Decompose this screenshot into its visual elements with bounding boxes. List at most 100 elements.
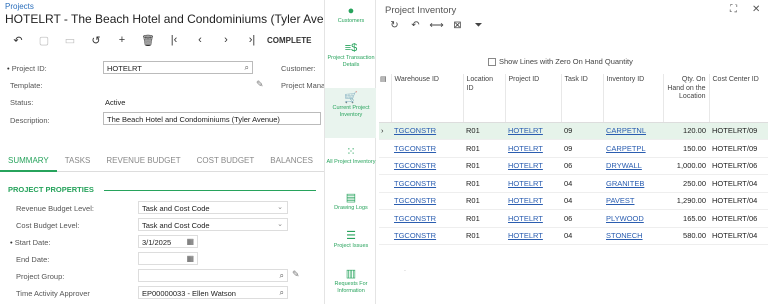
cell-link[interactable]: DRYWALL [606,161,642,170]
table-cell[interactable]: HOTELRT [505,209,561,228]
row-selector[interactable] [379,209,391,228]
end-date-field[interactable]: ▦ [138,252,198,265]
table-cell[interactable]: TGCONSTR [391,174,463,193]
description-field[interactable]: The Beach Hotel and Condominiums (Tyler … [103,112,321,125]
breadcrumb[interactable]: Projects [5,2,34,11]
table-cell[interactable]: HOTELRT [505,227,561,245]
table-cell[interactable]: TGCONSTR [391,157,463,175]
column-header[interactable]: Inventory ID [603,74,664,123]
add-icon[interactable]: + [109,33,135,47]
expand-icon[interactable]: ⛶ [730,4,737,15]
delete-icon[interactable]: 🗑 [135,33,161,47]
cell-link[interactable]: HOTELRT [508,179,543,188]
cell-link[interactable]: TGCONSTR [394,126,436,135]
checkbox-box[interactable] [488,57,496,66]
table-cell[interactable]: HOTELRT [505,139,561,158]
column-header[interactable]: Location ID [463,74,506,123]
column-header[interactable]: Project ID [505,74,562,123]
cell-link[interactable]: HOTELRT [508,144,543,153]
nav-project-issues[interactable]: ☰ Project Issues [325,230,377,258]
save-icon[interactable]: ▢ [31,33,57,47]
project-group-field[interactable]: ⌕ [138,269,288,282]
table-cell[interactable]: TGCONSTR [391,209,463,228]
table-cell[interactable]: TGCONSTR [391,122,463,140]
tab-revenue-budget[interactable]: REVENUE BUDGET [98,150,188,172]
cell-link[interactable]: GRANITEB [606,179,644,188]
table-cell[interactable]: GRANITEB [603,174,663,193]
nav-all-project-inventory[interactable]: ⁙ All Project Inventory [325,146,377,184]
row-selector[interactable] [379,174,391,193]
cell-link[interactable]: STONECH [606,231,643,240]
table-row[interactable]: TGCONSTR R01 HOTELRT 06 PLYWOOD 165.00 HOTELRT… [379,209,768,228]
pencil-icon[interactable]: ✎ [292,269,300,280]
cell-link[interactable]: HOTELRT [508,161,543,170]
pencil-icon[interactable]: ✎ [256,79,264,90]
filter-icon[interactable]: ⏷ [468,20,489,31]
search-icon[interactable]: ⌕ [280,288,284,298]
complete-button[interactable]: COMPLETE [267,36,311,45]
undo-icon[interactable]: ↶ [5,33,31,47]
row-selector[interactable] [379,192,391,210]
calendar-icon[interactable]: ▦ [186,237,194,246]
tab-cost-budget[interactable]: COST BUDGET [189,150,263,172]
cell-link[interactable]: TGCONSTR [394,161,436,170]
table-cell[interactable]: HOTELRT [505,174,561,193]
table-cell[interactable]: STONECH [603,227,663,245]
column-header[interactable]: Task ID [561,74,604,123]
cell-link[interactable]: TGCONSTR [394,144,436,153]
cell-link[interactable]: TGCONSTR [394,179,436,188]
table-cell[interactable]: PAVEST [603,192,663,210]
table-row[interactable]: TGCONSTR R01 HOTELRT 04 STONECH 580.00 HOTELRT… [379,227,768,245]
previous-record-icon[interactable]: ‹ [187,33,213,47]
nav-drawing-logs[interactable]: ▤ Drawing Logs [325,192,377,220]
table-cell[interactable]: DRYWALL [603,157,663,175]
table-row[interactable]: TGCONSTR R01 HOTELRT 06 DRYWALL 1,000.00 HOTEL… [379,157,768,175]
table-cell[interactable]: HOTELRT [505,157,561,175]
export-excel-icon[interactable]: ⊠ [447,20,468,31]
start-date-field[interactable]: 3/1/2025 ▦ [138,235,198,248]
next-record-icon[interactable]: › [213,33,239,47]
cell-link[interactable]: CARPETPL [606,144,646,153]
table-cell[interactable]: HOTELRT [505,122,561,140]
cell-link[interactable]: HOTELRT [508,214,543,223]
last-record-icon[interactable]: ›| [239,33,265,47]
table-row[interactable]: TGCONSTR R01 HOTELRT 09 CARPETPL 150.00 HOTELR… [379,139,768,158]
cell-link[interactable]: TGCONSTR [394,196,436,205]
cell-link[interactable]: HOTELRT [508,196,543,205]
fit-columns-icon[interactable]: ⟷ [426,20,447,31]
search-icon[interactable]: ⌕ [280,271,284,281]
search-icon[interactable]: ⌕ [245,63,249,73]
first-record-icon[interactable]: |‹ [161,33,187,47]
column-header[interactable]: Cost Center ID [709,74,768,123]
cell-link[interactable]: CARPETNL [606,126,646,135]
cell-link[interactable]: TGCONSTR [394,214,436,223]
tab-summary[interactable]: SUMMARY [0,150,57,172]
table-row[interactable]: › TGCONSTR R01 HOTELRT 09 CARPETNL 120.00 HOTEL… [379,122,768,140]
undo-icon[interactable]: ↶ [405,20,426,31]
cell-link[interactable]: HOTELRT [508,231,543,240]
nav-customers[interactable]: ● Customers [325,5,377,35]
table-cell[interactable]: TGCONSTR [391,227,463,245]
revenue-budget-level-select[interactable]: Task and Cost Code ⌄ [138,201,288,214]
close-icon[interactable]: ✕ [752,4,760,15]
refresh-icon[interactable]: ↻ [384,20,405,31]
time-activity-approver-field[interactable]: EP00000033 - Ellen Watson ⌕ [138,286,288,299]
tab-tasks[interactable]: TASKS [57,150,99,172]
cell-link[interactable]: PLYWOOD [606,214,644,223]
row-selector[interactable]: › [379,122,391,140]
table-cell[interactable]: HOTELRT [505,192,561,210]
cost-budget-level-select[interactable]: Task and Cost Code ⌄ [138,218,288,231]
table-cell[interactable]: CARPETNL [603,122,663,140]
project-id-field[interactable]: HOTELRT ⌕ [103,61,253,74]
table-cell[interactable]: CARPETPL [603,139,663,158]
row-selector[interactable] [379,227,391,245]
column-header[interactable]: Warehouse ID [391,74,464,123]
table-row[interactable]: TGCONSTR R01 HOTELRT 04 GRANITEB 250.00 HOTELR… [379,174,768,193]
cell-link[interactable]: TGCONSTR [394,231,436,240]
cell-link[interactable]: PAVEST [606,196,634,205]
row-selector[interactable] [379,139,391,158]
nav-requests-for-information[interactable]: ▥ Requests For Information [325,268,377,302]
revert-icon[interactable]: ↺ [83,33,109,47]
calendar-icon[interactable]: ▦ [186,254,194,263]
save-close-icon[interactable]: ▭ [57,33,83,47]
